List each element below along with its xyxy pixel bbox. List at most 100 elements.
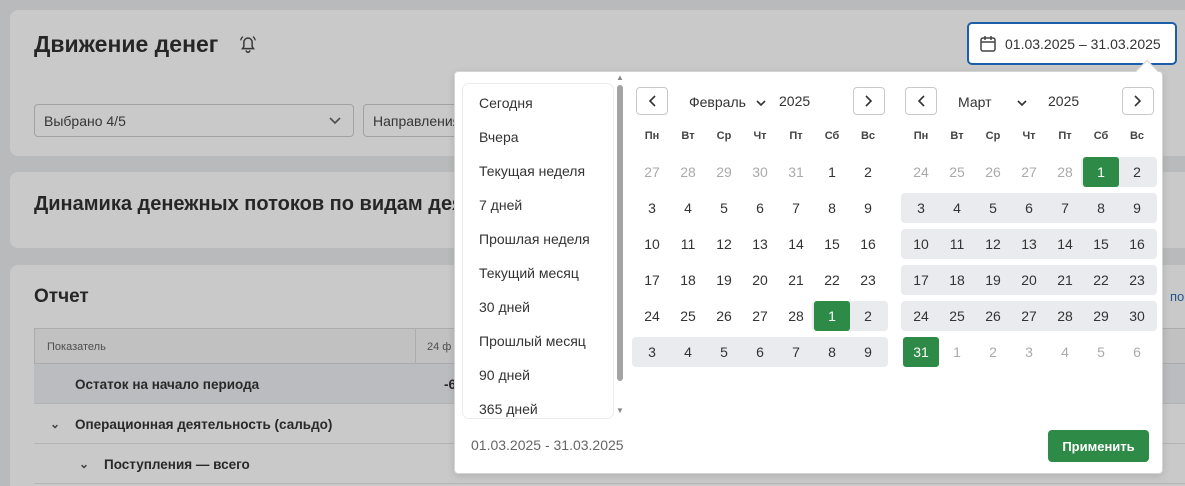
calendar-day[interactable]: 10 (634, 229, 670, 259)
calendar-day[interactable]: 12 (706, 229, 742, 259)
calendar-day[interactable]: 26 (975, 301, 1011, 331)
preset-item[interactable]: 30 дней (479, 299, 530, 315)
calendar-day[interactable]: 25 (939, 301, 975, 331)
selected-filter-select[interactable]: Выбрано 4/5 (34, 104, 354, 137)
preset-item[interactable]: Прошлая неделя (479, 231, 590, 247)
calendar-day[interactable]: 8 (814, 193, 850, 223)
calendar-day[interactable]: 16 (1119, 229, 1155, 259)
calendar-day[interactable]: 9 (1119, 193, 1155, 223)
calendar-day[interactable]: 26 (706, 301, 742, 331)
calendar-day[interactable]: 24 (903, 157, 939, 187)
calendar-day[interactable]: 28 (1047, 301, 1083, 331)
calendar-day[interactable]: 5 (706, 193, 742, 223)
calendar-day[interactable]: 4 (670, 193, 706, 223)
calendar-day[interactable]: 21 (778, 265, 814, 295)
next-month-button[interactable] (1122, 87, 1154, 115)
prev-month-button[interactable] (636, 87, 668, 115)
calendar-day[interactable]: 10 (903, 229, 939, 259)
right-year-label[interactable]: 2025 (1048, 93, 1079, 109)
calendar-day[interactable]: 4 (670, 337, 706, 367)
calendar-day[interactable]: 31 (903, 337, 939, 367)
preset-item[interactable]: 365 дней (479, 401, 538, 417)
calendar-day[interactable]: 2 (850, 157, 886, 187)
calendar-day[interactable]: 13 (1011, 229, 1047, 259)
calendar-day[interactable]: 5 (706, 337, 742, 367)
calendar-day[interactable]: 1 (939, 337, 975, 367)
calendar-day[interactable]: 3 (634, 193, 670, 223)
preset-item[interactable]: Сегодня (479, 95, 533, 111)
calendar-day[interactable]: 19 (975, 265, 1011, 295)
calendar-day[interactable]: 18 (670, 265, 706, 295)
apply-button[interactable]: Применить (1048, 430, 1149, 462)
calendar-day[interactable]: 6 (1119, 337, 1155, 367)
calendar-day[interactable]: 2 (1119, 157, 1155, 187)
calendar-day[interactable]: 15 (1083, 229, 1119, 259)
calendar-day[interactable]: 23 (1119, 265, 1155, 295)
calendar-day[interactable]: 29 (706, 157, 742, 187)
left-month-select[interactable]: Февраль (689, 94, 766, 110)
calendar-day[interactable]: 24 (634, 301, 670, 331)
calendar-day[interactable]: 30 (742, 157, 778, 187)
calendar-day[interactable]: 30 (1119, 301, 1155, 331)
calendar-day[interactable]: 24 (903, 301, 939, 331)
calendar-day[interactable]: 14 (778, 229, 814, 259)
calendar-day[interactable]: 31 (778, 157, 814, 187)
preset-item[interactable]: Прошлый месяц (479, 333, 586, 349)
calendar-day[interactable]: 5 (975, 193, 1011, 223)
calendar-day[interactable]: 17 (634, 265, 670, 295)
chevron-down-icon[interactable]: ⌄ (50, 417, 60, 431)
calendar-day[interactable]: 22 (1083, 265, 1119, 295)
side-link[interactable]: по (1170, 289, 1184, 304)
next-month-button[interactable] (853, 87, 885, 115)
calendar-day[interactable]: 1 (814, 157, 850, 187)
left-year-label[interactable]: 2025 (779, 93, 810, 109)
calendar-day[interactable]: 17 (903, 265, 939, 295)
calendar-day[interactable]: 22 (814, 265, 850, 295)
calendar-day[interactable]: 7 (778, 337, 814, 367)
date-range-button[interactable]: 01.03.2025 – 31.03.2025 (967, 22, 1177, 65)
calendar-day[interactable]: 1 (1083, 157, 1119, 187)
calendar-day[interactable]: 2 (850, 301, 886, 331)
calendar-day[interactable]: 5 (1083, 337, 1119, 367)
calendar-day[interactable]: 7 (778, 193, 814, 223)
calendar-day[interactable]: 11 (670, 229, 706, 259)
calendar-day[interactable]: 9 (850, 337, 886, 367)
preset-item[interactable]: Текущая неделя (479, 163, 585, 179)
calendar-day[interactable]: 27 (634, 157, 670, 187)
calendar-day[interactable]: 6 (1011, 193, 1047, 223)
preset-scrollbar[interactable] (617, 85, 623, 381)
calendar-day[interactable]: 27 (1011, 301, 1047, 331)
calendar-day[interactable]: 27 (1011, 157, 1047, 187)
calendar-day[interactable]: 6 (742, 193, 778, 223)
calendar-day[interactable]: 6 (742, 337, 778, 367)
calendar-day[interactable]: 11 (939, 229, 975, 259)
preset-item[interactable]: Вчера (479, 129, 519, 145)
preset-item[interactable]: 7 дней (479, 197, 522, 213)
calendar-day[interactable]: 25 (670, 301, 706, 331)
bell-icon[interactable] (237, 33, 259, 55)
calendar-day[interactable]: 3 (903, 193, 939, 223)
calendar-day[interactable]: 14 (1047, 229, 1083, 259)
preset-item[interactable]: Текущий месяц (479, 265, 579, 281)
calendar-day[interactable]: 28 (778, 301, 814, 331)
scroll-up-icon[interactable]: ▲ (616, 73, 624, 82)
calendar-day[interactable]: 25 (939, 157, 975, 187)
calendar-day[interactable]: 18 (939, 265, 975, 295)
calendar-day[interactable]: 15 (814, 229, 850, 259)
calendar-day[interactable]: 21 (1047, 265, 1083, 295)
scroll-down-icon[interactable]: ▼ (616, 406, 624, 415)
calendar-day[interactable]: 20 (742, 265, 778, 295)
calendar-day[interactable]: 4 (939, 193, 975, 223)
calendar-day[interactable]: 20 (1011, 265, 1047, 295)
calendar-day[interactable]: 23 (850, 265, 886, 295)
chevron-down-icon[interactable]: ⌄ (79, 457, 89, 471)
calendar-day[interactable]: 26 (975, 157, 1011, 187)
calendar-day[interactable]: 28 (1047, 157, 1083, 187)
calendar-day[interactable]: 2 (975, 337, 1011, 367)
calendar-day[interactable]: 3 (1011, 337, 1047, 367)
preset-item[interactable]: 90 дней (479, 367, 530, 383)
right-month-select[interactable]: Март (958, 94, 1027, 110)
calendar-day[interactable]: 16 (850, 229, 886, 259)
calendar-day[interactable]: 9 (850, 193, 886, 223)
calendar-day[interactable]: 27 (742, 301, 778, 331)
